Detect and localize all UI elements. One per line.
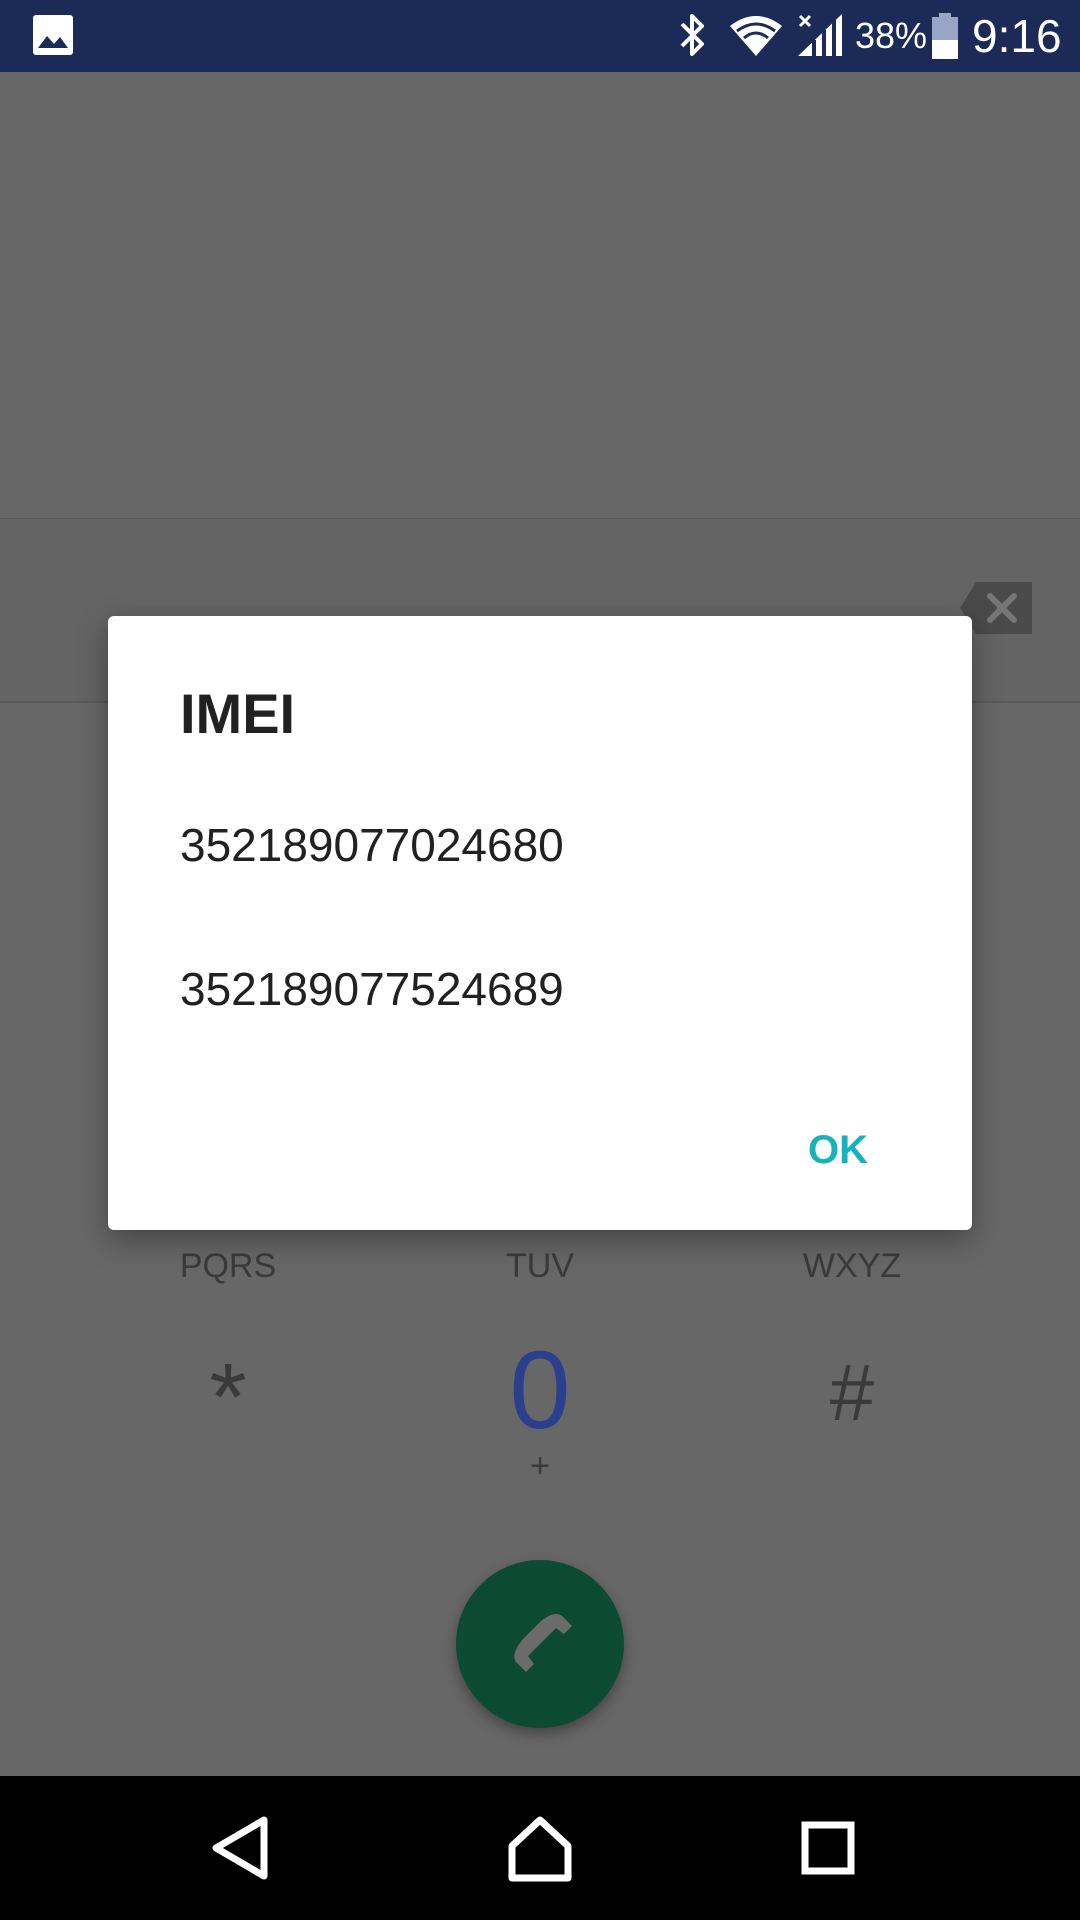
key-letters: WXYZ xyxy=(802,1247,902,1285)
key-7[interactable]: PQRS xyxy=(78,1246,378,1286)
key-hash[interactable]: # xyxy=(702,1348,1002,1438)
key-letters: TUV xyxy=(506,1247,574,1285)
key-letters: PQRS xyxy=(179,1247,277,1285)
key-0[interactable]: 0 + xyxy=(390,1336,690,1486)
key-symbol: # xyxy=(829,1348,875,1437)
recents-icon[interactable] xyxy=(778,1798,878,1898)
imei-dialog: IMEI 352189077024680 352189077524689 OK xyxy=(108,616,972,1230)
call-button[interactable] xyxy=(456,1560,624,1728)
phone-icon xyxy=(514,1614,572,1672)
dialog-title: IMEI xyxy=(180,682,296,745)
navigation-bar xyxy=(0,1776,1080,1920)
ok-button[interactable]: OK xyxy=(796,1120,880,1180)
key-9[interactable]: WXYZ xyxy=(702,1246,1002,1286)
key-symbol: * xyxy=(209,1344,247,1451)
imei-value-2: 352189077524689 xyxy=(180,963,564,1015)
key-8[interactable]: TUV xyxy=(390,1246,690,1286)
home-icon[interactable] xyxy=(490,1798,590,1898)
back-icon[interactable] xyxy=(190,1798,290,1898)
key-letters: + xyxy=(530,1447,550,1485)
imei-value-1: 352189077024680 xyxy=(180,819,564,871)
key-star[interactable]: * xyxy=(78,1348,378,1448)
key-digit: 0 xyxy=(509,1329,571,1452)
